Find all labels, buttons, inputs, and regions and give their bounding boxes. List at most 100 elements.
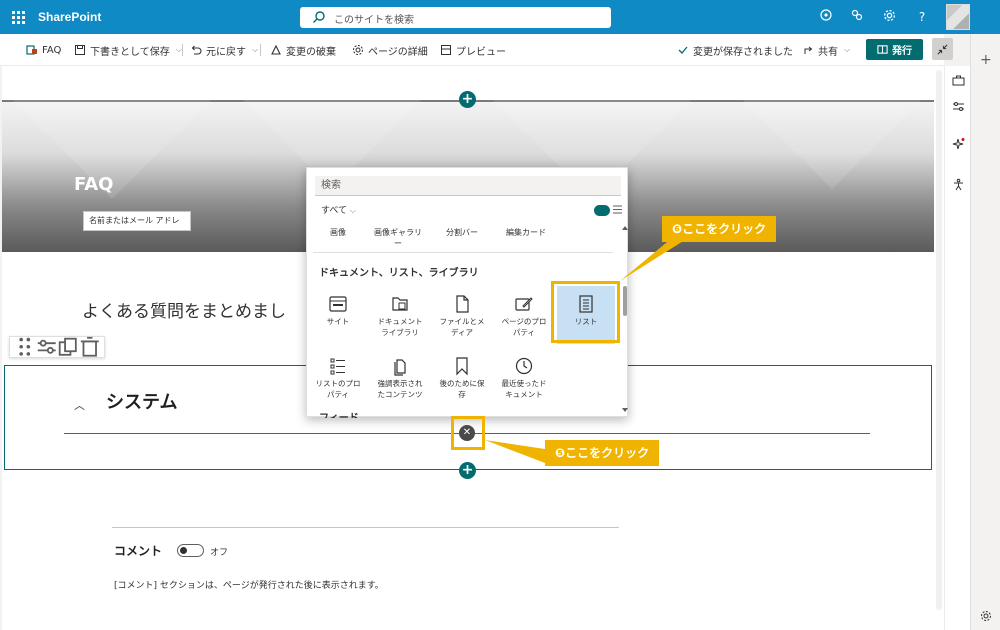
toolbox-top-row: 画像 画像ギャラリ ー 分割バー 編集カード [307,227,629,253]
toolbox-item-image-gallery[interactable]: 画像ギャラリ ー [369,227,427,249]
sliders-icon[interactable] [36,336,58,358]
toolbox-item-edit-card[interactable]: 編集カード [497,227,555,238]
page-properties-icon [515,297,533,311]
toolbox-item-label: ファイルとメ ディア [439,317,485,337]
add-section-button[interactable]: + [459,462,476,479]
command-bar: FAQ 下書きとして保存 ⌵ 元に戻す ⌵ 変更の破棄 ページの詳細 プレビュー… [0,34,953,66]
chevron-down-icon[interactable]: ⌵ [844,45,850,55]
share-button[interactable]: 共有 ⌵ [802,42,850,58]
filter-label: すべて [321,206,348,216]
page-details-button[interactable]: ページの詳細 [352,42,428,58]
toolbox-icon[interactable] [952,74,965,87]
chevron-up-icon[interactable]: ︿ [74,397,85,413]
teams-icon[interactable] [818,9,834,25]
toolbox-item-save-for-later[interactable]: 後のために保 存 [433,348,491,406]
sparkle-icon[interactable] [952,138,965,151]
toolbox-item-label: サイト [326,317,350,326]
toolbox-item-page-properties[interactable]: ページのプロ パティ [495,286,553,344]
callout-label: ❻ここをクリック [662,216,777,242]
search-icon [313,11,325,23]
discard-changes-button[interactable]: 変更の破棄 [270,42,336,58]
editing-right-rail [944,66,970,630]
page-icon [26,45,37,55]
comments-divider [112,527,619,528]
toolbox-item-site[interactable]: サイト [309,286,367,344]
discard-icon [271,44,281,55]
toolbox-item-file-and-media[interactable]: ファイルとメ ディア [433,286,491,344]
undo-icon [191,45,202,55]
highlighted-content-icon [394,359,406,376]
undo-label: 元に戻す [206,46,246,58]
clock-icon [515,357,533,375]
toolbox-item-recent-documents[interactable]: 最近使ったド キュメント [495,348,553,406]
sharepoint-settings-icon[interactable] [849,9,865,25]
save-draft-label: 下書きとして保存 [90,46,170,58]
preview-button[interactable]: プレビュー [440,42,506,58]
search-placeholder: このサイトを検索 [334,15,414,26]
grid-view-toggle[interactable] [594,205,610,216]
author-field[interactable]: 名前またはメール アドレ [83,211,191,231]
toolbox-search-input[interactable]: 検索 [315,176,621,196]
plus-icon[interactable]: + [980,52,992,68]
avatar[interactable] [946,4,970,30]
discard-label: 変更の破棄 [286,46,336,58]
section-toolbar [9,336,105,358]
scroll-up-arrow-icon[interactable] [622,226,628,230]
app-launcher-icon[interactable] [12,11,25,24]
preview-label: プレビュー [456,46,506,58]
list-view-icon[interactable] [613,205,622,214]
page-details-label: ページの詳細 [368,46,428,58]
divider [260,44,261,56]
list-properties-icon [330,358,345,375]
toolbox-item-label: リストのプロ パティ [315,379,361,399]
app-side-strip: + [970,34,1000,630]
duplicate-icon[interactable] [57,336,79,358]
save-draft-button[interactable]: 下書きとして保存 ⌵ [74,42,182,58]
saved-status-label: 変更が保存されました [693,46,793,58]
toolbox-item-divider[interactable]: 分割バー [433,227,491,238]
toolbox-item-image[interactable]: 画像 [309,227,367,238]
site-icon [329,296,347,312]
toolbox-item-label: 最近使ったド キュメント [501,379,547,399]
collapse-toolbar-button[interactable] [932,38,953,60]
add-section-button[interactable]: + [459,91,476,108]
comments-label: コメント [114,544,163,558]
collapsible-section-title[interactable]: システム [106,388,177,414]
brand-name[interactable]: SharePoint [38,10,101,24]
toolbox-divider [313,252,613,253]
comments-toggle-label: オフ [210,548,229,558]
sliders-icon[interactable] [952,100,965,113]
book-icon [877,45,888,54]
trash-icon[interactable] [79,336,101,358]
accessibility-icon[interactable] [952,178,965,191]
site-search-box[interactable]: このサイトを検索 [300,7,611,28]
toolbox-scrollbar[interactable] [621,224,629,418]
scrollbar-thumb[interactable] [623,286,627,316]
toolbox-item-highlighted-content[interactable]: 強調表示され たコンテンツ [371,348,429,406]
help-icon[interactable]: ? [914,9,930,25]
share-icon [804,46,813,54]
comments-note: [コメント] セクションは、ページが発行された後に表示されます。 [114,581,384,591]
canvas-scrollbar[interactable] [934,66,944,630]
toolbox-item-label: 後のために保 存 [439,379,485,399]
callout-label: ❺ここをクリック [545,440,660,466]
toolbox-item-document-library[interactable]: ドキュメント ライブラリ [371,286,429,344]
save-icon [75,45,85,55]
collapse-icon [937,44,948,54]
chevron-down-icon: ⌵ [349,206,356,215]
comments-toggle[interactable] [177,544,204,557]
toolbox-item-list-properties[interactable]: リストのプロ パティ [309,348,367,406]
gear-icon[interactable] [881,9,897,25]
intro-text[interactable]: よくある質問をまとめまし [82,297,286,322]
scroll-down-arrow-icon[interactable] [622,408,628,412]
publish-button[interactable]: 発行 [866,39,923,60]
gear-icon[interactable] [980,610,992,622]
undo-button[interactable]: 元に戻す ⌵ [190,42,258,58]
chevron-down-icon[interactable]: ⌵ [252,45,258,55]
toolbox-filter-dropdown[interactable]: すべて ⌵ [321,203,356,216]
file-icon [456,295,469,313]
chevron-down-icon[interactable]: ⌵ [176,45,182,55]
faq-page-button[interactable]: FAQ [26,42,61,58]
page-title[interactable]: FAQ [74,174,113,195]
drag-handle-icon[interactable] [14,336,36,358]
